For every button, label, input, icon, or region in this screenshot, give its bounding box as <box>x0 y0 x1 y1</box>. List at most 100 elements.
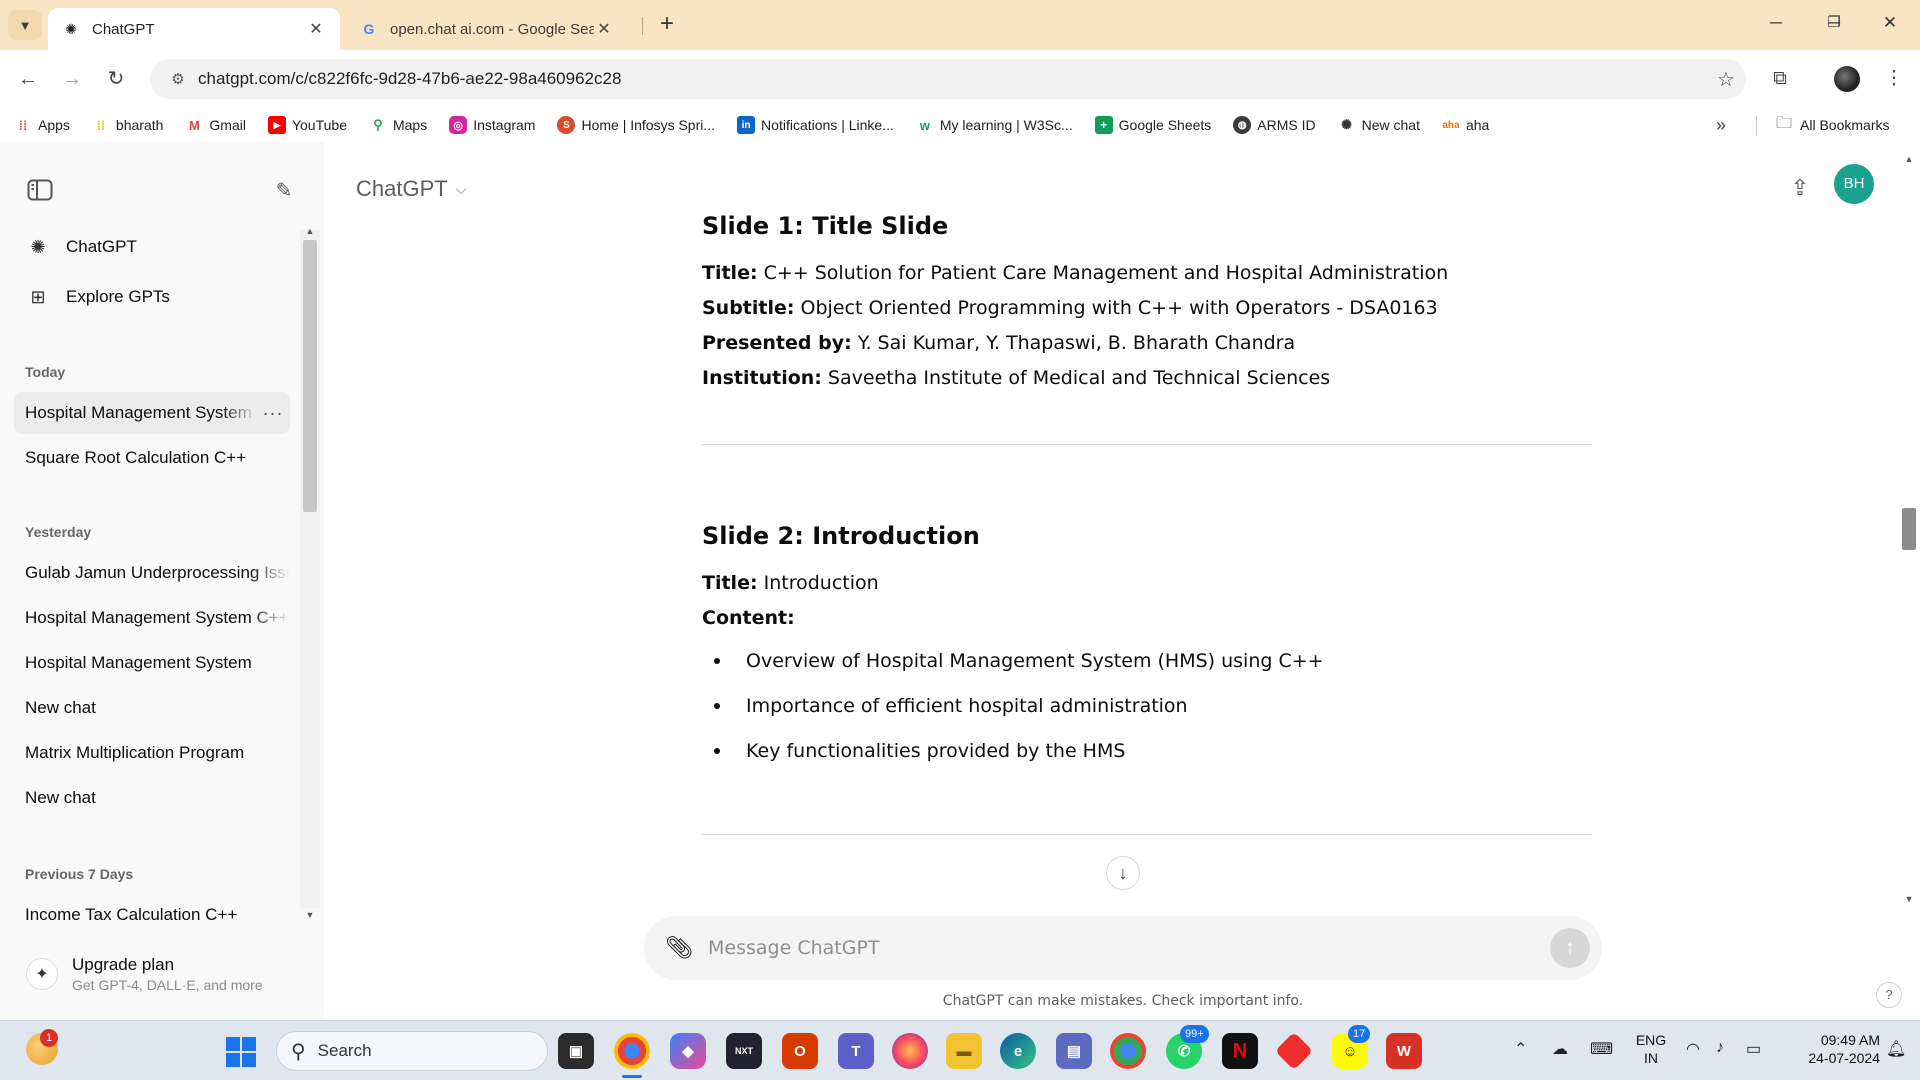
url-text[interactable]: chatgpt.com/c/c822f6fc-9d28-47b6-ae22-98… <box>198 69 1706 89</box>
sidebar-scrollbar-thumb[interactable] <box>303 240 317 512</box>
more-options-icon[interactable]: ··· <box>256 403 290 424</box>
new-tab-button[interactable]: + <box>652 10 682 40</box>
show-hidden-icons-chevron-up-icon[interactable]: ⌃ <box>1514 1039 1527 1059</box>
scroll-up-arrow-icon[interactable]: ▲ <box>303 226 317 236</box>
user-avatar[interactable]: BH <box>1834 164 1874 204</box>
main-header: ChatGPT ⌵ ⇪ BH <box>324 142 1920 228</box>
model-name: ChatGPT <box>356 176 448 201</box>
message-input[interactable] <box>708 937 1550 959</box>
chat-history-item[interactable]: Hospital Management System <box>14 642 290 684</box>
keyboard-icon[interactable]: ⌨ <box>1590 1039 1613 1059</box>
address-bar[interactable]: ⚙ chatgpt.com/c/c822f6fc-9d28-47b6-ae22-… <box>150 59 1746 99</box>
site-settings-icon[interactable]: ⚙ <box>158 70 198 88</box>
share-button[interactable]: ⇪ <box>1780 168 1820 208</box>
restore-button[interactable]: ❐ <box>1812 8 1856 38</box>
start-button[interactable] <box>226 1037 256 1067</box>
tab-strip: ▼ ✺ ChatGPT ✕ G open.chat ai.com - Googl… <box>0 0 1920 50</box>
chat-history-item[interactable]: Hospital Management System ··· <box>14 392 290 434</box>
bookmark-instagram[interactable]: ◎ Instagram <box>449 116 535 134</box>
help-button[interactable]: ? <box>1876 982 1902 1008</box>
bookmark-w3schools[interactable]: w My learning | W3Sc... <box>916 116 1073 134</box>
page-scrollbar-thumb[interactable] <box>1902 508 1916 550</box>
bookmark-infosys[interactable]: S Home | Infosys Spri... <box>557 116 715 134</box>
bookmark-star-icon[interactable]: ☆ <box>1706 67 1746 92</box>
more-bookmarks-icon[interactable]: » <box>1716 108 1726 142</box>
all-bookmarks-button[interactable]: 🗀 All Bookmarks <box>1776 108 1889 142</box>
chat-history-item[interactable]: New chat <box>14 777 290 819</box>
language-indicator[interactable]: ENG IN <box>1634 1031 1668 1067</box>
paperclip-icon[interactable]: 📎︎ <box>662 935 696 961</box>
bookmark-gmail[interactable]: M Gmail <box>185 116 246 134</box>
tab-title: open.chat ai.com - Google Sear <box>390 20 594 38</box>
bookmark-aha[interactable]: aha aha <box>1442 116 1489 134</box>
tab-google-search[interactable]: G open.chat ai.com - Google Sear ✕ <box>346 8 628 50</box>
bookmark-youtube[interactable]: ▶ YouTube <box>267 116 347 134</box>
notifications-bell-icon[interactable]: 🔔︎ <box>1886 1039 1906 1059</box>
wps-office-icon[interactable]: W <box>1386 1033 1422 1069</box>
bookmark-maps[interactable]: ⚲ Maps <box>369 116 427 134</box>
upgrade-plan-button[interactable]: ✦ Upgrade plan Get GPT-4, DALL·E, and mo… <box>14 946 304 1002</box>
send-button[interactable]: ↑ <box>1550 928 1590 968</box>
chat-history-item[interactable]: Hospital Management System C++ <box>14 597 290 639</box>
scroll-up-arrow-icon[interactable]: ▲ <box>1902 154 1916 164</box>
bookmark-label: Home | Infosys Spri... <box>581 117 716 133</box>
edge-icon[interactable]: e <box>1000 1033 1036 1069</box>
tab-close-button[interactable]: ✕ <box>306 19 326 39</box>
chat-history-item[interactable]: Matrix Multiplication Program <box>14 732 290 774</box>
bookmark-google-sheets[interactable]: + Google Sheets <box>1094 116 1211 134</box>
volume-icon[interactable]: ♪ <box>1716 1039 1724 1057</box>
extensions-icon[interactable]: ⧉ <box>1762 62 1798 96</box>
photos-icon[interactable]: ▤ <box>1056 1033 1092 1069</box>
new-chat-button[interactable]: ✎ <box>266 172 302 208</box>
forward-button[interactable]: → <box>54 63 90 95</box>
teams-icon[interactable]: T <box>838 1033 874 1069</box>
tab-chatgpt[interactable]: ✺ ChatGPT ✕ <box>48 8 340 50</box>
bookmark-apps[interactable]: ⁞⁞ Apps <box>14 116 70 134</box>
reload-button[interactable]: ↻ <box>98 63 134 95</box>
office-icon[interactable]: O <box>782 1033 818 1069</box>
bookmark-arms-id[interactable]: ◍ ARMS ID <box>1233 116 1316 134</box>
anydesk-icon[interactable] <box>1274 1031 1314 1071</box>
copilot-icon[interactable]: ◆ <box>670 1033 706 1069</box>
scroll-down-arrow-icon[interactable]: ▼ <box>1902 894 1916 904</box>
notification-badge: 1 <box>40 1029 58 1047</box>
bookmark-new-chat[interactable]: ✺ New chat <box>1338 116 1420 134</box>
taskbar-search-box[interactable]: ⚲ Search <box>276 1031 548 1071</box>
chat-history-item[interactable]: Gulab Jamun Underprocessing Issue <box>14 552 290 594</box>
back-button[interactable]: ← <box>10 63 46 95</box>
arrow-up-icon: ↑ <box>1565 937 1575 959</box>
scroll-to-bottom-button[interactable]: ↓ <box>1106 856 1140 890</box>
chrome-icon[interactable] <box>614 1033 650 1069</box>
wifi-icon[interactable]: ◠ <box>1686 1039 1700 1059</box>
firefox-icon[interactable] <box>892 1033 928 1069</box>
minimize-button[interactable]: ─ <box>1754 8 1798 38</box>
browser-menu-icon[interactable]: ⋮ <box>1876 62 1912 96</box>
infosys-icon: S <box>557 116 576 134</box>
task-view-icon[interactable]: ▣ <box>558 1033 594 1069</box>
browser-profile-avatar[interactable] <box>1834 66 1860 92</box>
battery-icon[interactable]: ▭ <box>1746 1039 1761 1059</box>
chat-history-item[interactable]: New chat <box>14 687 290 729</box>
sidebar-item-explore-gpts[interactable]: ⊞ Explore GPTs <box>14 276 294 318</box>
system-clock[interactable]: 09:49 AM 24-07-2024 <box>1780 1031 1880 1067</box>
file-explorer-icon[interactable]: ▬ <box>946 1033 982 1069</box>
bookmark-bharath[interactable]: ⁞⁞ bharath <box>92 116 164 134</box>
onedrive-cloud-icon[interactable]: ☁ <box>1552 1039 1568 1059</box>
chat-history-item[interactable]: Square Root Calculation C++ <box>14 437 290 479</box>
scroll-down-arrow-icon[interactable]: ▼ <box>303 910 317 920</box>
model-selector[interactable]: ChatGPT ⌵ <box>356 176 466 202</box>
bookmark-linkedin[interactable]: in Notifications | Linke... <box>737 116 894 134</box>
tab-search-button[interactable]: ▼ <box>8 10 42 40</box>
field-value: C++ Solution for Patient Care Management… <box>757 262 1449 284</box>
chat-history-item[interactable]: Income Tax Calculation C++ <box>14 894 290 936</box>
chrome-profile-icon[interactable] <box>1110 1033 1146 1069</box>
nxtwave-icon[interactable]: NXT <box>726 1033 762 1069</box>
list-item-text: Importance of efficient hospital adminis… <box>746 695 1188 717</box>
tab-close-button[interactable]: ✕ <box>594 19 614 39</box>
slide-heading: Slide 2: Introduction <box>702 522 980 550</box>
netflix-icon[interactable]: N <box>1222 1033 1258 1069</box>
sidebar-item-chatgpt[interactable]: ✺ ChatGPT <box>14 226 294 268</box>
list-item-text: Overview of Hospital Management System (… <box>746 650 1324 672</box>
toggle-sidebar-button[interactable] <box>22 172 58 208</box>
close-window-button[interactable]: ✕ <box>1868 8 1912 38</box>
